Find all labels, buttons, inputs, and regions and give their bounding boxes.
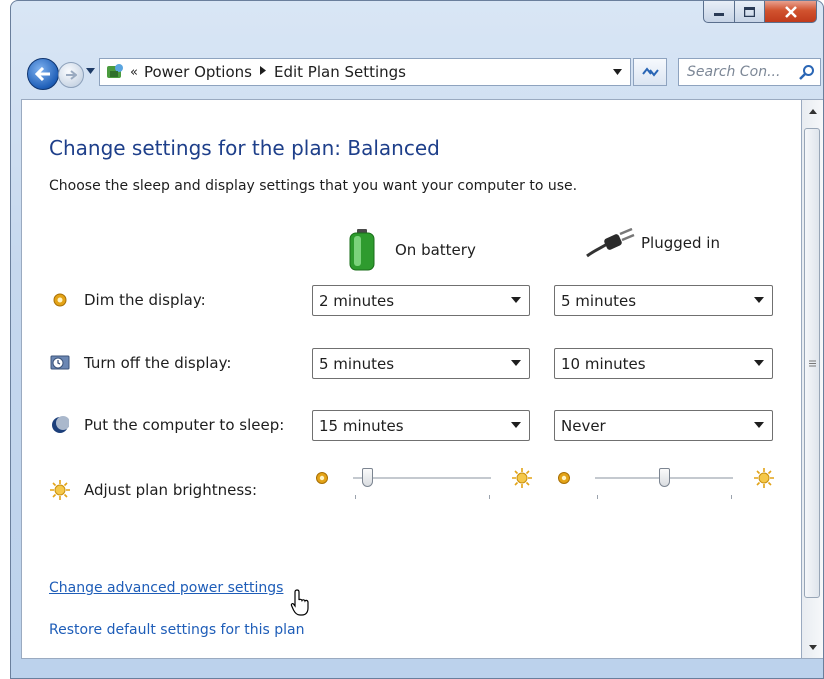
turn-off-display-plugged-select[interactable]: 10 minutes [554, 348, 773, 379]
monitor-clock-icon [49, 352, 71, 374]
caption-buttons [703, 1, 817, 23]
bright-brightness-icon [512, 468, 532, 488]
refresh-icon [642, 67, 659, 77]
page-subtitle: Choose the sleep and display settings th… [49, 178, 578, 194]
slider-tick [597, 495, 598, 499]
column-label-plugged: Plugged in [641, 234, 720, 252]
slider-tick [731, 495, 732, 499]
refresh-button[interactable] [633, 58, 667, 86]
setting-label: Adjust plan brightness: [84, 481, 257, 499]
select-value: Never [561, 416, 606, 435]
back-arrow-icon [35, 67, 50, 81]
forward-button[interactable] [58, 62, 84, 88]
minimize-button[interactable] [703, 1, 735, 23]
select-value: 2 minutes [319, 291, 395, 310]
dim-display-icon [49, 289, 71, 311]
setting-label: Turn off the display: [84, 354, 232, 372]
chevron-down-icon [511, 360, 521, 366]
slider-tick [355, 495, 356, 499]
setting-turn-off-display: Turn off the display: [49, 352, 231, 374]
setting-dim-display: Dim the display: [49, 289, 206, 311]
chevron-down-icon [754, 297, 764, 303]
select-value: 5 minutes [319, 354, 395, 373]
close-icon [784, 5, 797, 18]
recent-pages-dropdown[interactable] [86, 67, 95, 77]
maximize-icon [744, 6, 755, 17]
scroll-down-button[interactable] [802, 638, 823, 656]
chevron-up-icon [808, 108, 817, 114]
minimize-icon [714, 12, 724, 16]
slider-tick [489, 495, 490, 499]
title-bar[interactable] [11, 1, 823, 49]
breadcrumb-overflow[interactable]: « [130, 65, 138, 80]
search-icon[interactable] [799, 64, 815, 80]
search-input[interactable]: Search Con... [678, 58, 821, 86]
column-label-battery: On battery [395, 241, 476, 259]
forward-arrow-icon [66, 70, 77, 80]
brightness-sun-icon [49, 479, 71, 501]
vertical-scrollbar[interactable] [802, 99, 823, 659]
brightness-plugged-slider[interactable] [557, 468, 777, 499]
dim-brightness-icon [316, 472, 328, 484]
power-plug-icon [586, 228, 635, 258]
turn-off-display-battery-select[interactable]: 5 minutes [312, 348, 530, 379]
setting-sleep: Put the computer to sleep: [49, 414, 284, 436]
address-bar[interactable]: « Power Options Edit Plan Settings [99, 58, 631, 86]
sleep-plugged-select[interactable]: Never [554, 410, 773, 441]
setting-brightness: Adjust plan brightness: [49, 479, 257, 501]
maximize-button[interactable] [735, 1, 765, 23]
battery-icon [349, 229, 375, 271]
chevron-down-icon [613, 68, 622, 75]
sleep-battery-select[interactable]: 15 minutes [312, 410, 530, 441]
column-header-battery: On battery [347, 228, 476, 272]
slider-thumb[interactable] [659, 468, 670, 487]
hand-cursor-icon [290, 589, 309, 616]
chevron-down-icon [754, 360, 764, 366]
chevron-down-icon [808, 644, 817, 650]
chevron-down-icon [511, 297, 521, 303]
dim-display-plugged-select[interactable]: 5 minutes [554, 285, 773, 316]
change-advanced-power-settings-link[interactable]: Change advanced power settings [49, 580, 283, 596]
control-panel-icon [104, 61, 126, 83]
setting-label: Dim the display: [84, 291, 206, 309]
breadcrumb-power-options[interactable]: Power Options [144, 63, 252, 81]
page-title: Change settings for the plan: Balanced [49, 136, 440, 160]
chevron-down-icon [754, 422, 764, 428]
breadcrumb-separator-icon[interactable] [259, 66, 266, 78]
grip-icon [808, 360, 816, 366]
address-dropdown[interactable] [613, 67, 622, 78]
sleep-moon-icon [49, 414, 71, 436]
slider-thumb[interactable] [361, 468, 373, 487]
brightness-battery-slider[interactable] [315, 468, 535, 499]
dim-display-battery-select[interactable]: 2 minutes [312, 285, 530, 316]
column-header-plugged: Plugged in [585, 228, 720, 258]
search-placeholder: Search Con... [687, 64, 781, 80]
chevron-down-icon [86, 68, 95, 74]
setting-label: Put the computer to sleep: [84, 416, 285, 434]
close-button[interactable] [765, 1, 817, 23]
restore-default-settings-link[interactable]: Restore default settings for this plan [49, 622, 305, 638]
chevron-down-icon [511, 422, 521, 428]
bright-brightness-icon [754, 468, 774, 488]
slider-track [353, 477, 491, 480]
select-value: 15 minutes [319, 416, 404, 435]
dim-brightness-icon [558, 472, 570, 484]
scroll-up-button[interactable] [802, 102, 823, 120]
select-value: 10 minutes [561, 354, 646, 373]
back-button[interactable] [27, 58, 59, 90]
navigation-bar: « Power Options Edit Plan Settings Searc… [11, 53, 823, 93]
control-panel-window: « Power Options Edit Plan Settings Searc… [10, 0, 824, 679]
select-value: 5 minutes [561, 291, 637, 310]
scroll-thumb[interactable] [804, 128, 820, 598]
breadcrumb-edit-plan-settings[interactable]: Edit Plan Settings [274, 63, 406, 81]
settings-content: Change settings for the plan: Balanced C… [21, 99, 802, 659]
